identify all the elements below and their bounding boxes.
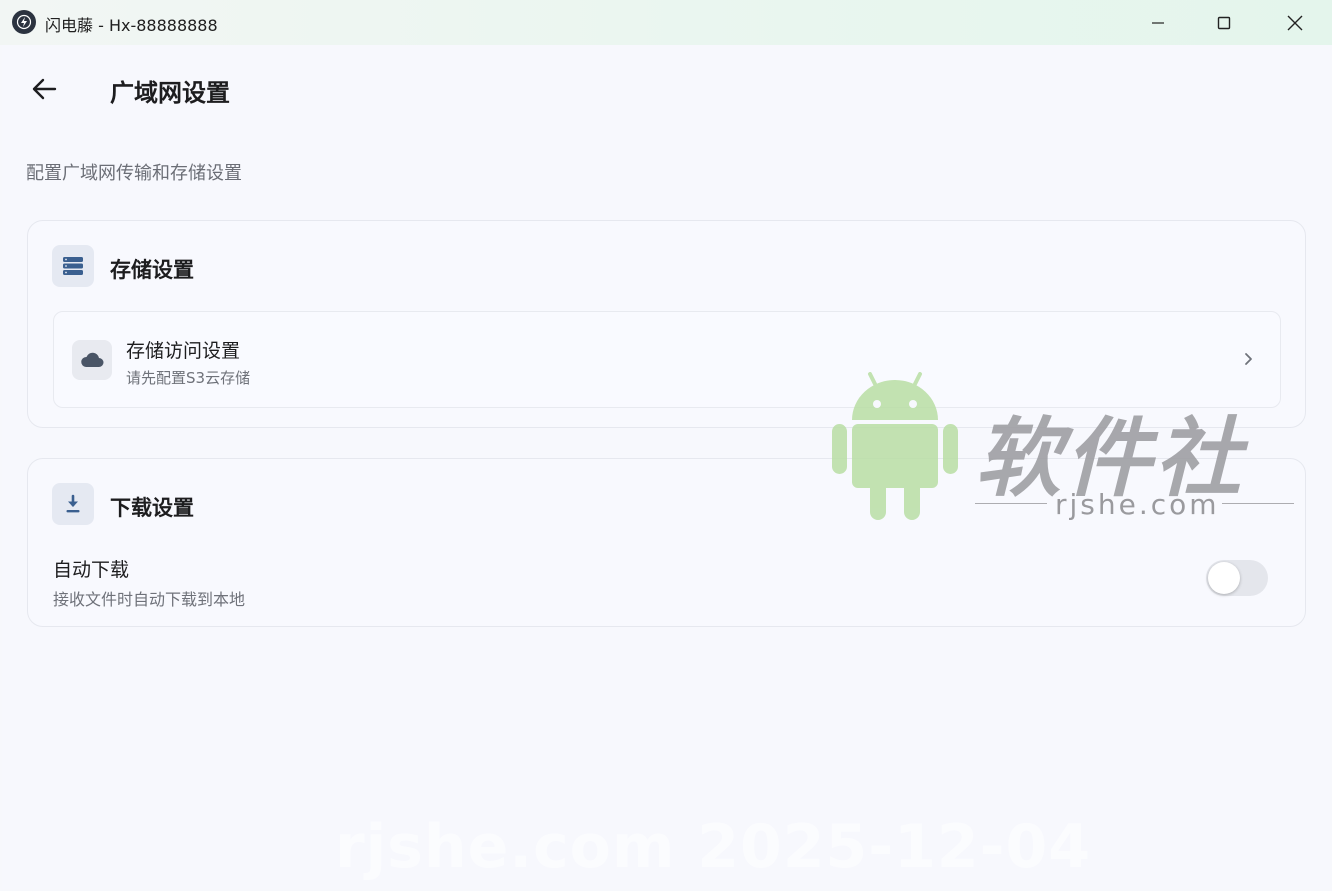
- download-icon: [52, 483, 94, 525]
- storage-access-title: 存储访问设置: [126, 340, 241, 362]
- page-description: 配置广域网传输和存储设置: [26, 163, 242, 184]
- watermark-url: rjshe.com: [1055, 488, 1220, 521]
- android-watermark-icon: [832, 372, 958, 520]
- cloud-icon: [72, 340, 112, 380]
- watermark-line-left: [975, 503, 1047, 504]
- storage-stack-icon: [52, 245, 94, 287]
- maximize-button[interactable]: [1201, 0, 1247, 45]
- window-title: 闪电藤 - Hx-88888888: [45, 16, 218, 35]
- title-bar: 闪电藤 - Hx-88888888: [0, 0, 1332, 45]
- watermark-line-right: [1222, 503, 1294, 504]
- download-section-title: 下载设置: [110, 496, 194, 520]
- storage-access-subtitle: 请先配置S3云存储: [126, 369, 251, 387]
- arrow-left-icon: [32, 78, 57, 100]
- app-logo-icon: [12, 10, 36, 34]
- page-title: 广域网设置: [110, 79, 230, 107]
- storage-section-title: 存储设置: [110, 258, 194, 282]
- watermark-stamp: rjshe.com 2025-12-04: [335, 812, 1092, 882]
- back-button[interactable]: [26, 71, 62, 107]
- minimize-button[interactable]: [1135, 0, 1181, 45]
- auto-download-toggle[interactable]: [1206, 560, 1268, 596]
- chevron-right-icon: [1238, 348, 1258, 370]
- close-button[interactable]: [1272, 0, 1318, 45]
- auto-download-subtitle: 接收文件时自动下载到本地: [53, 590, 246, 609]
- toggle-knob: [1208, 562, 1240, 594]
- auto-download-title: 自动下载: [53, 559, 130, 581]
